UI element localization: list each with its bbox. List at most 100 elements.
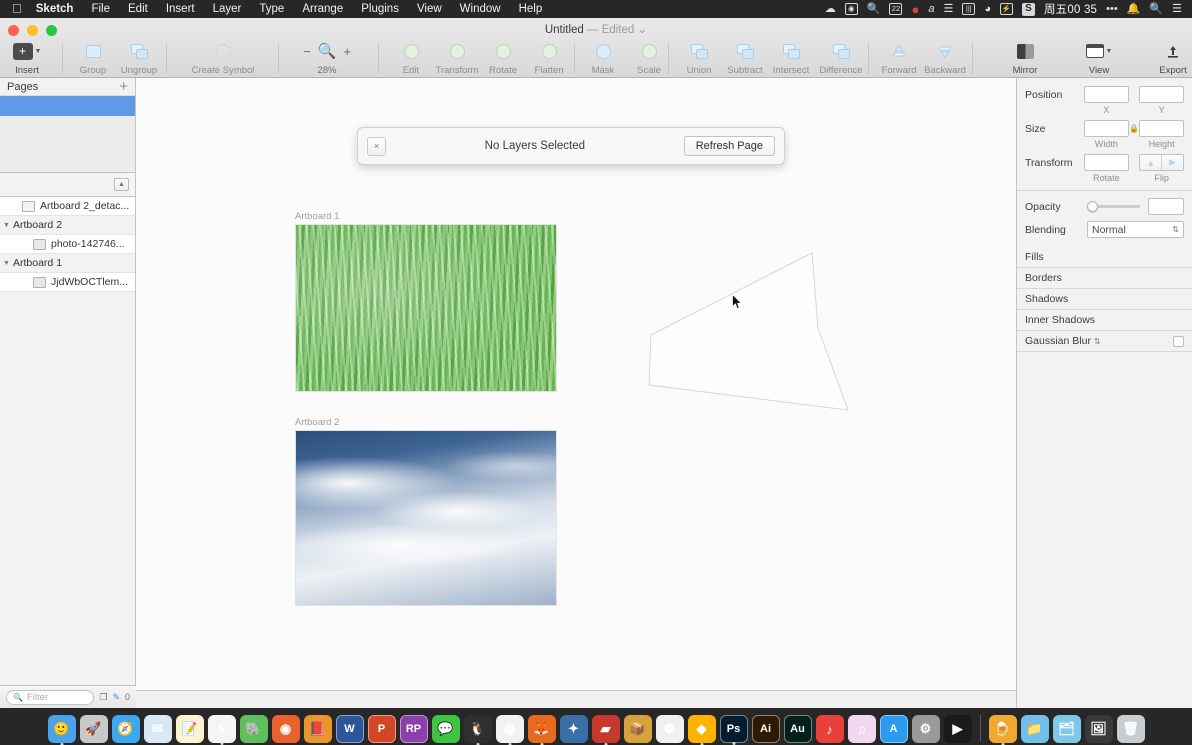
dock-item-trash[interactable]: 🗑 xyxy=(1116,715,1145,743)
chevron-down-icon[interactable]: ▼ xyxy=(0,260,13,267)
refresh-page-button[interactable]: Refresh Page xyxy=(683,136,775,156)
dock-item-launchpad[interactable]: 🚀 xyxy=(79,715,108,743)
section-fills[interactable]: Fills xyxy=(1017,247,1192,268)
dock-item-cheers[interactable]: 🍺 xyxy=(988,715,1017,743)
menu-item-edit[interactable]: Edit xyxy=(119,0,157,18)
toolbar-mask-button[interactable]: Mask xyxy=(580,40,626,76)
title-chevron-down-icon[interactable]: ⌄ xyxy=(638,24,648,36)
toolbar-ungroup-button[interactable]: Ungroup xyxy=(116,40,162,76)
rotated-quadrilateral-shape[interactable] xyxy=(646,246,866,426)
menu-item-help[interactable]: Help xyxy=(510,0,552,18)
pages-list[interactable] xyxy=(0,95,135,173)
dock-item-chrome[interactable]: ◍ xyxy=(495,715,524,743)
magnifier-icon[interactable]: 🔍 xyxy=(318,42,337,60)
toolbar-mirror-button[interactable]: Mirror xyxy=(1002,40,1048,76)
design-canvas[interactable]: Artboard 1 Artboard 2 xyxy=(136,78,1016,690)
menu-item-type[interactable]: Type xyxy=(250,0,293,18)
flip-vertical-icon[interactable]: ▶ xyxy=(1161,155,1183,170)
size-width-input[interactable] xyxy=(1083,120,1129,137)
toolbar-export-button[interactable]: Export xyxy=(1150,40,1192,76)
airdrop-icon[interactable]: ☰ xyxy=(943,3,953,15)
dock-item-photos[interactable]: ❁ xyxy=(655,715,684,743)
dock-item-evernote[interactable]: 🐘 xyxy=(239,715,268,743)
dock-item-sublime[interactable]: ✦ xyxy=(559,715,588,743)
battery-charge-icon[interactable]: ⚡ xyxy=(999,3,1013,15)
collapse-icon[interactable]: ▲ xyxy=(114,178,129,191)
dock-item-sketch[interactable]: ◆ xyxy=(687,715,716,743)
dock-item-illustrator[interactable]: Ai xyxy=(751,715,780,743)
zoom-in-button[interactable]: + xyxy=(343,44,351,59)
zoom-out-button[interactable]: − xyxy=(303,44,311,59)
wifi-icon[interactable]: ◕ xyxy=(984,3,991,15)
artboard-1-label[interactable]: Artboard 1 xyxy=(295,211,339,222)
toolbar-edit-button[interactable]: Edit xyxy=(388,40,434,76)
toolbar-difference-button[interactable]: Difference xyxy=(814,40,868,76)
menu-item-arrange[interactable]: Arrange xyxy=(293,0,352,18)
notification-center-icon[interactable]: ☰ xyxy=(1172,3,1182,15)
position-y-input[interactable] xyxy=(1139,86,1184,103)
toolbar-group-button[interactable]: Group xyxy=(70,40,116,76)
chevron-down-icon[interactable]: ▼ xyxy=(0,222,13,229)
toolbar-transform-button[interactable]: Transform xyxy=(434,40,480,76)
dock-item-mail[interactable]: ✉ xyxy=(143,715,172,743)
artboard-2[interactable] xyxy=(295,430,557,606)
dock-item-keka[interactable]: 📦 xyxy=(623,715,652,743)
magnifier-stat-icon[interactable]: 🔍 xyxy=(867,3,881,15)
toolbar-create-symbol-button[interactable]: Create Symbol xyxy=(180,40,266,76)
layer-row-jjdwboctlem[interactable]: JjdWbOCTlem... xyxy=(0,273,135,292)
toolbar-view-button[interactable]: ▼ View xyxy=(1076,40,1122,76)
size-height-input[interactable] xyxy=(1139,120,1184,137)
toolbar-insert-button[interactable]: + ▼ Insert xyxy=(4,40,50,76)
menu-item-layer[interactable]: Layer xyxy=(204,0,251,18)
sogou-icon[interactable]: S xyxy=(1021,2,1035,16)
artboard-1[interactable] xyxy=(295,224,557,392)
dock-item-music[interactable]: ♫ xyxy=(847,715,876,743)
pencil-icon[interactable]: ✎ xyxy=(112,692,120,703)
lock-icon[interactable]: 🔒 xyxy=(1129,124,1139,133)
bell-icon[interactable]: 🔔 xyxy=(1127,3,1141,15)
dock-item-app-store[interactable]: A xyxy=(879,715,908,743)
dock-item-terminal[interactable]: ▶ xyxy=(943,715,972,743)
battery-bar-icon[interactable]: ||| xyxy=(962,3,976,15)
menu-item-sketch[interactable]: Sketch xyxy=(33,0,83,18)
menu-item-plugins[interactable]: Plugins xyxy=(352,0,408,18)
menu-item-window[interactable]: Window xyxy=(451,0,510,18)
calendar-icon[interactable]: 22 xyxy=(889,3,903,15)
opacity-slider-knob[interactable] xyxy=(1087,201,1098,212)
transform-rotate-input[interactable] xyxy=(1083,154,1129,171)
dock-item-firefox[interactable]: 🦊 xyxy=(527,715,556,743)
dock-item-rp-app[interactable]: RP xyxy=(399,715,428,743)
dock-item-zeppelin[interactable]: ▰ xyxy=(591,715,620,743)
dock-item-documents-folder[interactable]: 📁 xyxy=(1020,715,1049,743)
stepper-icon[interactable]: ⇅ xyxy=(1172,225,1179,234)
dock-item-netease-music[interactable]: ♪ xyxy=(815,715,844,743)
blending-select[interactable]: Normal ⇅ xyxy=(1087,221,1184,238)
apple-logo-icon[interactable]:  xyxy=(6,2,33,16)
toolbar-union-button[interactable]: Union xyxy=(676,40,722,76)
toolbar-zoom-group[interactable]: − 🔍 + 28% xyxy=(292,40,362,76)
screenshot-icon[interactable]: ◉ xyxy=(844,3,858,15)
toolbar-intersect-button[interactable]: Intersect xyxy=(768,40,814,76)
menu-item-view[interactable]: View xyxy=(408,0,451,18)
section-borders[interactable]: Borders xyxy=(1017,268,1192,289)
toolbar-backward-button[interactable]: Backward xyxy=(922,40,968,76)
toolbar-scale-button[interactable]: Scale xyxy=(626,40,672,76)
layer-row-photo[interactable]: photo-142746... xyxy=(0,235,135,254)
dock-item-slack[interactable]: S xyxy=(207,715,236,743)
add-page-button[interactable]: + xyxy=(119,79,128,94)
flip-horizontal-icon[interactable]: ▲ xyxy=(1140,155,1161,170)
dock-item-photoshop[interactable]: Ps xyxy=(719,715,748,743)
close-icon[interactable]: × xyxy=(367,136,386,156)
dock-item-powerpoint[interactable]: P xyxy=(367,715,396,743)
page-row-selected[interactable] xyxy=(0,96,135,116)
section-inner-shadows[interactable]: Inner Shadows xyxy=(1017,310,1192,331)
position-x-input[interactable] xyxy=(1083,86,1129,103)
dock-item-qq[interactable]: 🐧 xyxy=(463,715,492,743)
layer-row-artboard-2[interactable]: ▼ Artboard 2 xyxy=(0,216,135,235)
flip-buttons[interactable]: ▲ ▶ xyxy=(1139,154,1184,171)
menu-item-file[interactable]: File xyxy=(82,0,119,18)
layer-row-artboard-1[interactable]: ▼ Artboard 1 xyxy=(0,254,135,273)
dock-item-reader[interactable]: 📕 xyxy=(303,715,332,743)
menu-item-insert[interactable]: Insert xyxy=(157,0,204,18)
dock-item-wechat[interactable]: 💬 xyxy=(431,715,460,743)
